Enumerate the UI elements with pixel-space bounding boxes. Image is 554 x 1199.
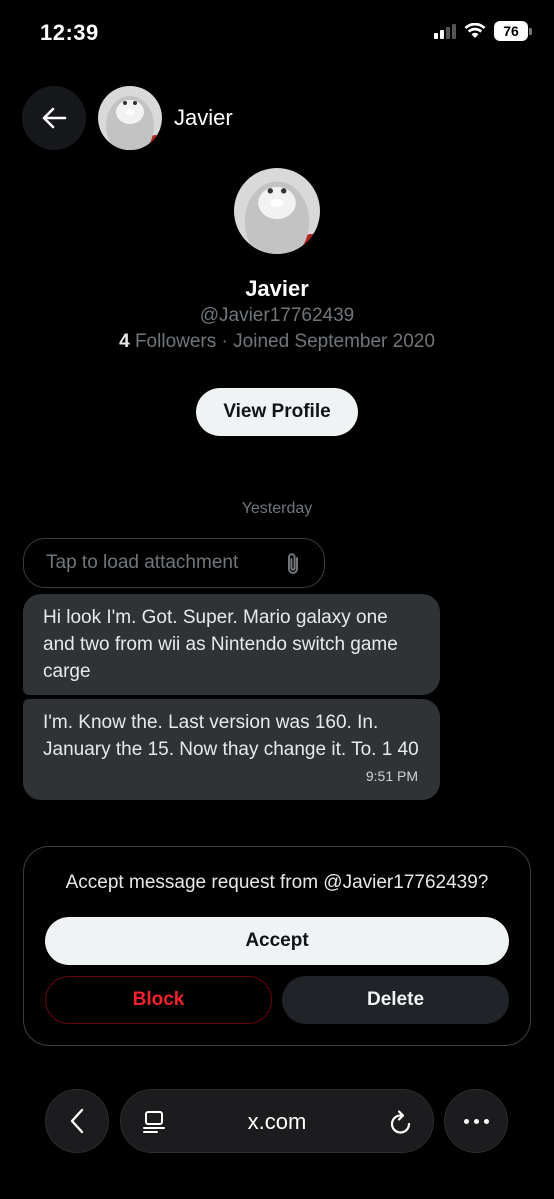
profile-meta: 4 Followers · Joined September 2020 <box>0 331 554 353</box>
profile-handle: @Javier17762439 <box>199 305 355 326</box>
followers-label: Followers <box>134 331 217 352</box>
request-prompt: Accept message request from @Javier17762… <box>65 872 489 893</box>
wifi-icon <box>464 23 486 38</box>
url-text: x.com <box>247 1109 307 1134</box>
status-bar: 12:39 76 <box>0 0 554 66</box>
chevron-left-icon <box>70 1108 84 1134</box>
joined-date: · Joined September 2020 <box>216 331 435 352</box>
header-avatar[interactable] <box>98 86 162 150</box>
message-time: 9:51 PM <box>365 768 418 784</box>
battery-icon: 76 <box>494 21 532 41</box>
ellipsis-icon <box>463 1118 469 1124</box>
view-profile-button[interactable]: View Profile <box>196 388 358 436</box>
profile-name: Javier <box>245 276 309 301</box>
attachment-placeholder[interactable]: Tap to load attachment <box>23 538 325 588</box>
conversation-header: Javier <box>22 85 233 151</box>
more-options-button[interactable] <box>444 1089 508 1153</box>
address-bar[interactable]: x.com <box>120 1089 434 1153</box>
browser-back-button[interactable] <box>45 1089 109 1153</box>
delete-button[interactable]: Delete <box>282 976 509 1024</box>
status-icons: 76 <box>434 21 532 41</box>
reload-icon[interactable] <box>389 1109 413 1135</box>
paperclip-icon <box>288 553 298 574</box>
attachment-label: Tap to load attachment <box>46 552 239 573</box>
arrow-left-icon <box>42 107 67 129</box>
battery-level: 76 <box>494 21 528 41</box>
status-time: 12:39 <box>40 20 99 45</box>
back-button[interactable] <box>22 86 86 150</box>
accept-button[interactable]: Accept <box>45 917 509 965</box>
message-bubble[interactable]: I'm. Know the. Last version was 160. In.… <box>23 699 440 800</box>
message-request-card: Accept message request from @Javier17762… <box>23 846 531 1046</box>
header-name[interactable]: Javier <box>174 105 233 131</box>
block-button[interactable]: Block <box>45 976 272 1024</box>
date-separator: Yesterday <box>241 500 313 517</box>
followers-count: 4 <box>119 331 130 352</box>
message-text: Hi look I'm. Got. Super. Mario galaxy on… <box>43 607 398 682</box>
profile-avatar[interactable] <box>234 168 320 254</box>
message-text: I'm. Know the. Last version was 160. In.… <box>43 712 419 760</box>
cellular-signal-icon <box>434 23 456 39</box>
message-bubble[interactable]: Hi look I'm. Got. Super. Mario galaxy on… <box>23 594 440 695</box>
